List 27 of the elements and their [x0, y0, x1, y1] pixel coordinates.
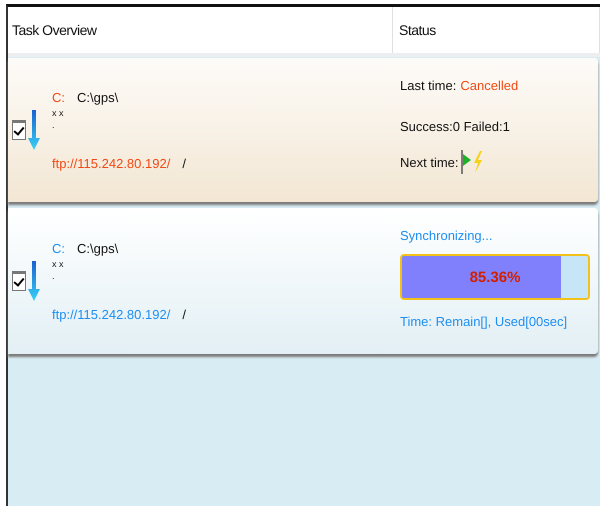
download-arrow-icon	[28, 261, 40, 301]
task-name: .	[52, 119, 56, 131]
status-label: Next time:	[400, 154, 459, 170]
flag-icon	[460, 150, 471, 174]
checkbox[interactable]	[12, 120, 26, 140]
local-path: C:\gps\	[77, 90, 118, 104]
task-card[interactable]: C: C:\gps\ x x . ftp://115.242.80.192/ / Last time: Cancelled Success:0 Failed:1 Next time:	[8, 58, 598, 202]
column-header[interactable]: Status	[393, 7, 600, 53]
drive-label: C:	[52, 90, 65, 104]
status-label: Last time:	[400, 78, 456, 92]
progress-percent: 85.36%	[468, 268, 522, 288]
task-name: x x	[52, 107, 65, 119]
download-arrow-icon	[28, 110, 40, 150]
checkbox[interactable]	[12, 271, 26, 291]
task-name: x x	[52, 258, 65, 270]
status-value: Cancelled	[460, 78, 518, 92]
task-card[interactable]: C: C:\gps\ x x . ftp://115.242.80.192/ / Synchronizing... 85.36% Time: Remain[], Used[00sec]	[8, 208, 598, 354]
counts-text: Success:0 Failed:1	[400, 118, 511, 136]
remote-dir: /	[182, 156, 186, 170]
lightning-icon	[472, 151, 483, 173]
task-name: .	[52, 270, 56, 282]
sync-status: Synchronizing...	[400, 226, 494, 245]
drive-label: C:	[52, 240, 65, 256]
column-header[interactable]: Task Overview	[8, 7, 393, 53]
time-text: Time: Remain[], Used[00sec]	[400, 312, 568, 331]
remote-dir: /	[182, 306, 186, 322]
local-path: C:\gps\	[77, 240, 118, 256]
